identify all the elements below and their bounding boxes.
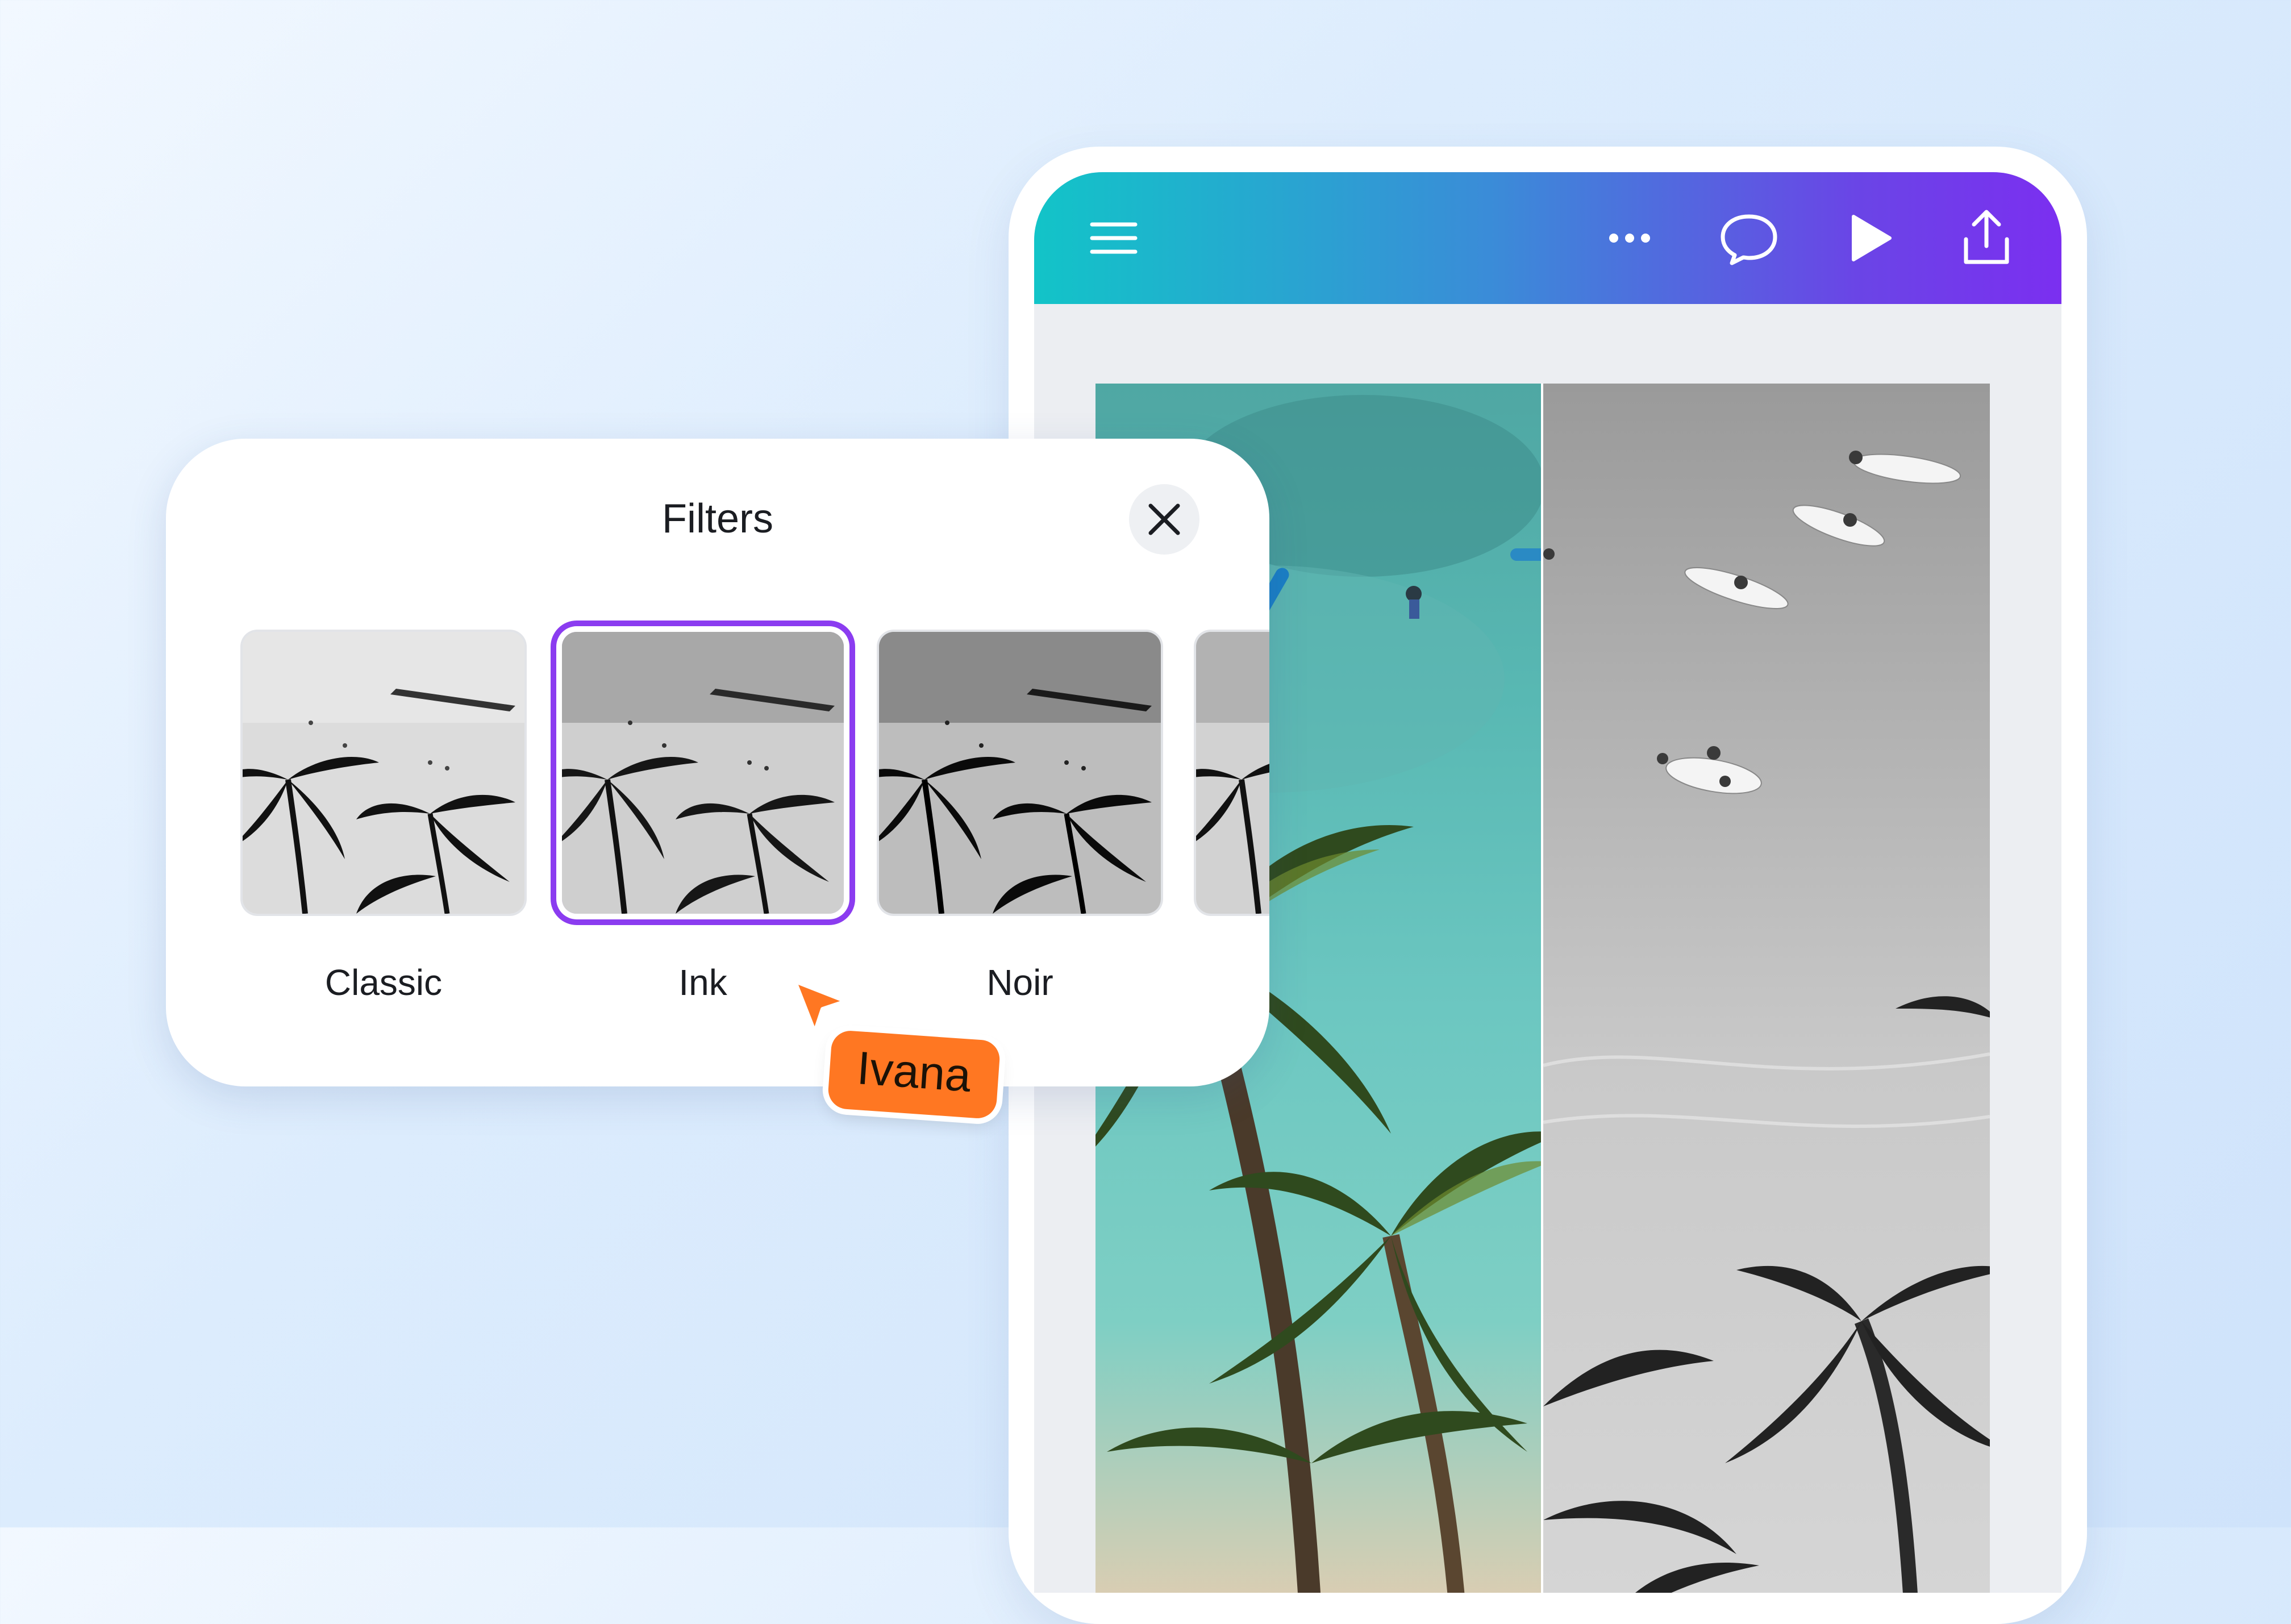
filters-panel: Filters Classic Ink Noir	[166, 439, 1269, 1086]
filter-label-classic: Classic	[324, 962, 443, 1003]
play-icon[interactable]	[1835, 205, 1901, 271]
filter-label-noir: Noir	[986, 962, 1053, 1003]
filter-thumb-noir[interactable]	[879, 632, 1161, 914]
more-options-icon[interactable]	[1597, 205, 1663, 271]
filters-title: Filters	[662, 496, 773, 542]
comment-icon[interactable]	[1716, 205, 1782, 271]
filtered-photo[interactable]	[1543, 384, 1990, 1593]
filter-thumb-partial[interactable]	[1196, 632, 1269, 914]
pointer-cursor-icon	[790, 976, 852, 1039]
filter-thumbnails: Classic Ink Noir	[243, 632, 1269, 1030]
menu-icon[interactable]	[1081, 205, 1147, 271]
editor-toolbar	[1034, 172, 2061, 304]
share-icon[interactable]	[1953, 205, 2019, 271]
close-icon	[1148, 503, 1180, 535]
filter-thumb-ink[interactable]	[562, 632, 844, 914]
collaborator-name-tag: Ivana	[827, 1029, 1001, 1120]
filter-thumb-classic[interactable]	[243, 632, 524, 914]
close-button[interactable]	[1129, 484, 1199, 555]
